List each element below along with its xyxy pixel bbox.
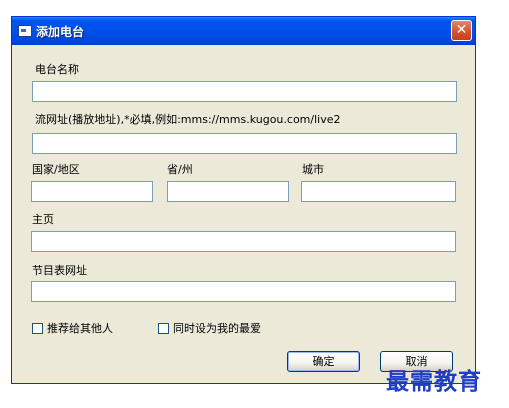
homepage-label: 主页 [32, 213, 54, 226]
stream-url-label: 流网址(播放地址),*必填,例如:mms://mms.kugou.com/liv… [35, 113, 341, 126]
favorite-checkbox[interactable] [158, 322, 169, 334]
province-field[interactable] [167, 181, 289, 202]
close-icon: ✕ [455, 22, 468, 38]
favorite-label: 同时设为我的最爱 [173, 322, 261, 335]
recommend-checkbox[interactable] [32, 322, 43, 334]
city-label: 城市 [302, 163, 324, 176]
favorite-option[interactable]: 同时设为我的最爱 [158, 320, 261, 336]
homepage-field[interactable] [31, 231, 456, 252]
watermark: 最需教育 [386, 368, 482, 395]
close-button[interactable]: ✕ [451, 20, 472, 41]
country-field[interactable] [31, 181, 153, 202]
recommend-label: 推荐给其他人 [47, 322, 113, 335]
title-bar[interactable]: 添加电台 ✕ [12, 17, 475, 45]
dialog-title: 添加电台 [36, 25, 85, 39]
station-name-label: 电台名称 [35, 63, 79, 76]
country-label: 国家/地区 [32, 163, 80, 176]
city-field[interactable] [301, 181, 456, 202]
schedule-url-label: 节目表网址 [32, 264, 87, 277]
stream-url-field[interactable] [32, 133, 457, 154]
province-label: 省/州 [167, 163, 193, 176]
schedule-url-field[interactable] [31, 281, 456, 302]
app-icon [18, 25, 32, 37]
recommend-option[interactable]: 推荐给其他人 [32, 320, 113, 336]
station-name-field[interactable] [32, 81, 457, 102]
ok-button[interactable]: 确定 [287, 351, 360, 372]
